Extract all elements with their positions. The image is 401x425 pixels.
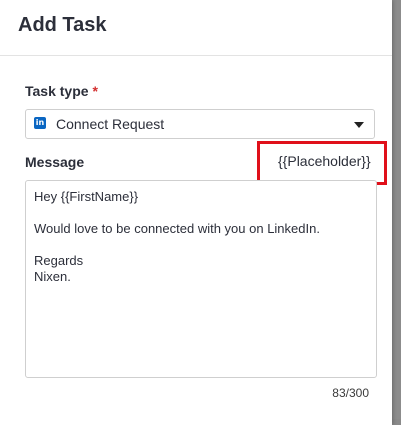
linkedin-icon: in: [34, 117, 46, 129]
placeholder-button-label: {{Placeholder}}: [278, 153, 371, 169]
modal-title: Add Task: [18, 14, 107, 36]
task-type-selected-value: Connect Request: [56, 116, 165, 132]
message-label: Message: [25, 154, 85, 170]
add-task-modal: Add Task Task type * in Connect Request …: [0, 0, 392, 425]
required-marker: *: [92, 83, 98, 99]
task-type-label: Task type *: [25, 83, 98, 99]
message-textarea[interactable]: Hey {{FirstName}} Would love to be conne…: [25, 180, 377, 378]
task-type-label-text: Task type: [25, 83, 89, 99]
chevron-down-icon: [354, 122, 364, 128]
insert-placeholder-button[interactable]: {{Placeholder}}: [257, 141, 387, 185]
character-counter: 83/300: [332, 386, 369, 400]
modal-header: Add Task: [0, 0, 392, 56]
task-type-select[interactable]: in Connect Request: [25, 109, 375, 139]
